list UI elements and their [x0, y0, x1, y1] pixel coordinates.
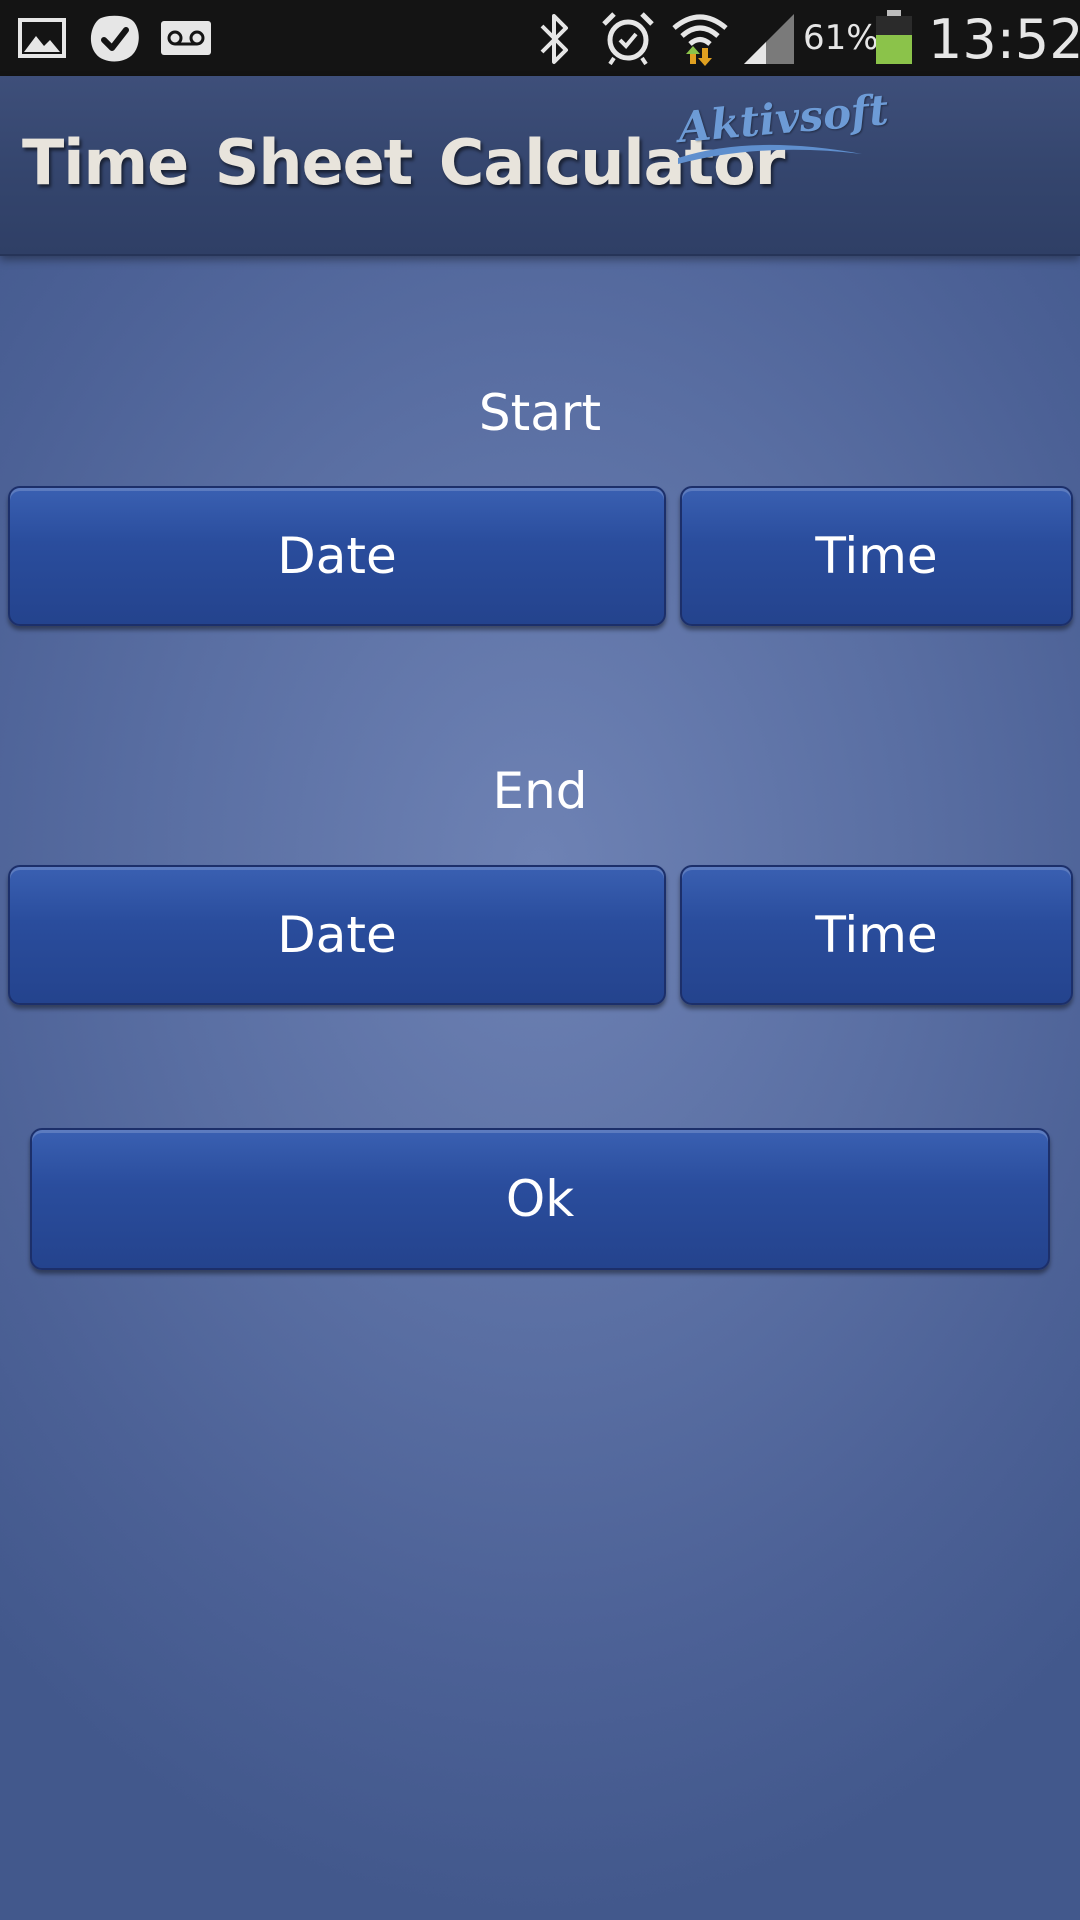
- clock: 13:52: [928, 8, 1080, 71]
- ok-button[interactable]: Ok: [30, 1128, 1050, 1270]
- battery-percent: 61%: [803, 18, 879, 58]
- brand-swoosh-icon: [678, 144, 862, 164]
- bluetooth-icon: [540, 14, 568, 64]
- brand-logo: Aktivsoft: [672, 85, 890, 178]
- end-label: End: [492, 762, 588, 820]
- start-time-button[interactable]: Time: [680, 486, 1073, 626]
- app-bar: Time Sheet Calculator Aktivsoft: [0, 76, 1080, 256]
- end-date-button[interactable]: Date: [8, 865, 666, 1005]
- end-time-button[interactable]: Time: [680, 865, 1073, 1005]
- check-icon: [90, 15, 139, 62]
- gallery-icon: [18, 18, 66, 58]
- app-title: Time Sheet Calculator: [22, 126, 785, 199]
- start-date-button[interactable]: Date: [8, 486, 666, 626]
- battery-fill: [876, 35, 912, 64]
- status-bar: 61% 13:52: [0, 0, 1080, 76]
- alarm-icon: [602, 12, 654, 66]
- battery-icon: [876, 10, 912, 64]
- voicemail-icon: [161, 21, 211, 55]
- wifi-icon: [672, 14, 728, 66]
- start-label: Start: [478, 384, 602, 442]
- signal-icon: [744, 14, 794, 64]
